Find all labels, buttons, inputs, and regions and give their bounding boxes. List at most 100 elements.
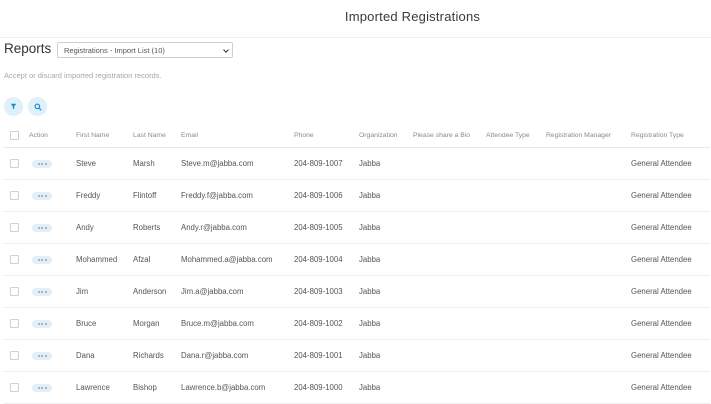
row-checkbox[interactable] <box>10 159 19 168</box>
cell-org: Jabba <box>359 275 413 308</box>
cell-email[interactable]: Jim.a@jabba.com <box>181 275 294 308</box>
search-icon <box>34 103 42 111</box>
cell-phone: 204-809-1004 <box>294 243 359 276</box>
cell-bio <box>413 339 486 372</box>
more-options-icon[interactable] <box>32 159 52 168</box>
reports-label: Reports <box>4 41 52 56</box>
row-select-cell <box>4 147 29 180</box>
row-checkbox[interactable] <box>10 223 19 232</box>
cell-phone: 204-809-1006 <box>294 179 359 212</box>
row-checkbox[interactable] <box>10 287 19 296</box>
row-select-cell <box>4 243 29 276</box>
row-checkbox[interactable] <box>10 255 19 264</box>
cell-email[interactable]: Dana.r@jabba.com <box>181 339 294 372</box>
table-row: Mohammed Afzal Mohammed.a@jabba.com 204-809… <box>4 243 710 276</box>
more-options-icon[interactable] <box>32 223 52 232</box>
column-header[interactable]: Last Name <box>133 123 181 148</box>
row-action-cell <box>29 339 76 372</box>
cell-email[interactable]: Bruce.m@jabba.com <box>181 307 294 340</box>
cell-reg-type: General Attendee <box>631 275 710 308</box>
cell-phone: 204-809-1007 <box>294 147 359 180</box>
column-header[interactable]: Phone <box>294 123 359 148</box>
more-options-icon[interactable] <box>32 383 52 392</box>
row-action-cell <box>29 371 76 404</box>
search-button[interactable] <box>28 97 47 116</box>
table-header-row: Action First Name Last Name Email Phone … <box>4 123 710 148</box>
cell-org: Jabba <box>359 371 413 404</box>
cell-email[interactable]: Andy.r@jabba.com <box>181 211 294 244</box>
cell-phone: 204-809-1001 <box>294 339 359 372</box>
row-checkbox[interactable] <box>10 383 19 392</box>
cell-last: Morgan <box>133 307 181 340</box>
more-options-icon[interactable] <box>32 287 52 296</box>
column-header[interactable]: Attendee Type <box>486 123 546 148</box>
cell-attendee-type <box>486 211 546 244</box>
cell-phone: 204-809-1002 <box>294 307 359 340</box>
cell-manager <box>546 211 631 244</box>
cell-reg-type: General Attendee <box>631 211 710 244</box>
cell-first: Bruce <box>76 307 133 340</box>
row-select-cell <box>4 339 29 372</box>
more-options-icon[interactable] <box>32 191 52 200</box>
select-all-checkbox[interactable] <box>10 130 19 140</box>
cell-email[interactable]: Lawrence.b@jabba.com <box>181 371 294 404</box>
cell-first: Steve <box>76 147 133 180</box>
cell-org: Jabba <box>359 307 413 340</box>
cell-bio <box>413 211 486 244</box>
cell-phone: 204-809-1005 <box>294 211 359 244</box>
row-select-cell <box>4 179 29 212</box>
table-row: Freddy Flintoff Freddy.f@jabba.com 204-809-… <box>4 179 710 212</box>
column-header[interactable]: Organization <box>359 123 413 148</box>
column-header[interactable]: Please share a Bio <box>413 123 486 148</box>
cell-email[interactable]: Mohammed.a@jabba.com <box>181 243 294 276</box>
column-header[interactable]: Email <box>181 123 294 148</box>
column-header[interactable]: Registration Manager <box>546 123 631 148</box>
cell-last: Afzal <box>133 243 181 276</box>
cell-reg-type: General Attendee <box>631 371 710 404</box>
column-header[interactable]: Action <box>29 123 76 148</box>
cell-bio <box>413 307 486 340</box>
cell-org: Jabba <box>359 211 413 244</box>
cell-manager <box>546 147 631 180</box>
row-checkbox[interactable] <box>10 319 19 328</box>
row-checkbox[interactable] <box>10 191 19 200</box>
cell-org: Jabba <box>359 179 413 212</box>
filter-button[interactable] <box>4 97 23 116</box>
cell-first: Dana <box>76 339 133 372</box>
page-title: Imported Registrations <box>344 9 481 24</box>
cell-org: Jabba <box>359 339 413 372</box>
row-select-cell <box>4 307 29 340</box>
table-row: Lawrence Bishop Lawrence.b@jabba.com 204-80… <box>4 371 710 404</box>
cell-attendee-type <box>486 243 546 276</box>
report-select[interactable]: Registrations - Import List (10) <box>57 42 233 58</box>
page-subtitle: Accept or discard imported registration … <box>4 71 162 80</box>
table-row: Andy Roberts Andy.r@jabba.com 204-809-1005 J… <box>4 211 710 244</box>
cell-first: Jim <box>76 275 133 308</box>
cell-email[interactable]: Steve.m@jabba.com <box>181 147 294 180</box>
table-row: Jim Anderson Jim.a@jabba.com 204-809-1003 Ja… <box>4 275 710 308</box>
select-all-header <box>4 123 29 148</box>
row-checkbox[interactable] <box>10 351 19 360</box>
row-action-cell <box>29 179 76 212</box>
cell-manager <box>546 275 631 308</box>
cell-bio <box>413 275 486 308</box>
table-row: Dana Richards Dana.r@jabba.com 204-809-1001… <box>4 339 710 372</box>
cell-reg-type: General Attendee <box>631 147 710 180</box>
cell-attendee-type <box>486 179 546 212</box>
row-select-cell <box>4 371 29 404</box>
cell-email[interactable]: Freddy.f@jabba.com <box>181 179 294 212</box>
row-action-cell <box>29 243 76 276</box>
cell-bio <box>413 243 486 276</box>
column-header[interactable]: First Name <box>76 123 133 148</box>
row-select-cell <box>4 211 29 244</box>
cell-bio <box>413 179 486 212</box>
more-options-icon[interactable] <box>32 255 52 264</box>
more-options-icon[interactable] <box>32 319 52 328</box>
cell-attendee-type <box>486 147 546 180</box>
more-options-icon[interactable] <box>32 351 52 360</box>
cell-first: Andy <box>76 211 133 244</box>
cell-attendee-type <box>486 371 546 404</box>
column-header[interactable]: Registration Type <box>631 123 710 148</box>
row-action-cell <box>29 147 76 180</box>
cell-reg-type: General Attendee <box>631 339 710 372</box>
